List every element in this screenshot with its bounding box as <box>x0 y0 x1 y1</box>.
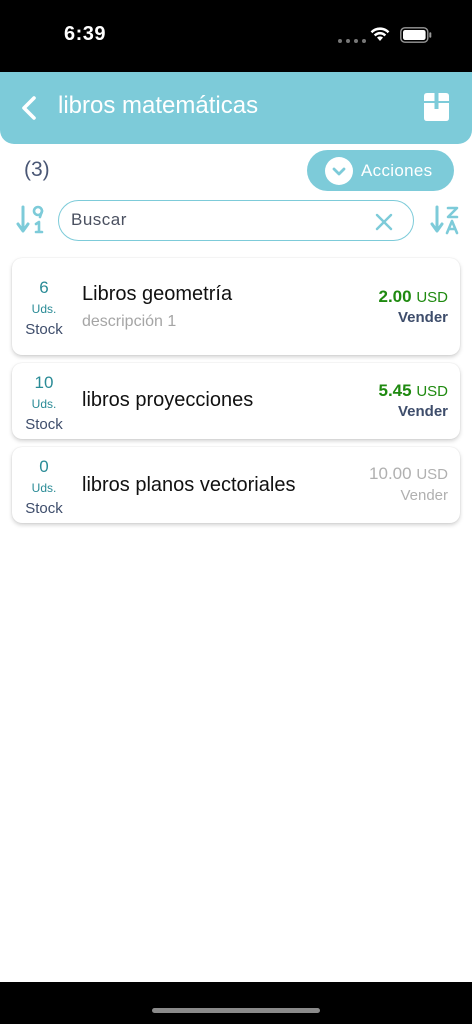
stock-quantity: 6 <box>39 278 49 297</box>
battery-icon <box>400 27 432 43</box>
price-currency: USD <box>416 383 448 400</box>
stock-quantity: 0 <box>39 457 49 476</box>
product-card[interactable]: 10 Uds. Stock libros proyecciones 5.45 U… <box>12 363 460 439</box>
stock-unit: Uds. <box>31 397 57 411</box>
price-currency: USD <box>416 289 448 306</box>
stock-info: 0 Uds. Stock <box>12 457 76 517</box>
price-currency: USD <box>416 466 448 483</box>
stock-label: Stock <box>25 321 63 338</box>
sell-button[interactable]: Vender <box>398 309 448 326</box>
item-count: (3) <box>24 158 50 181</box>
product-card[interactable]: 6 Uds. Stock Libros geometría descripció… <box>12 258 460 355</box>
product-price: 10.00 USD <box>369 464 448 484</box>
home-bar <box>0 982 472 1024</box>
stock-info: 10 Uds. Stock <box>12 373 76 433</box>
sort-numeric-icon[interactable] <box>16 204 46 236</box>
clear-icon[interactable] <box>375 213 393 231</box>
search-field <box>58 200 414 241</box>
stock-quantity: 10 <box>34 373 54 392</box>
stock-label: Stock <box>25 416 63 433</box>
product-name: Libros geometría <box>82 283 233 305</box>
stock-unit: Uds. <box>31 302 57 316</box>
app-header: libros matemáticas <box>0 72 472 144</box>
stock-info: 6 Uds. Stock <box>12 278 76 338</box>
price-amount: 2.00 <box>378 287 412 306</box>
product-card[interactable]: 0 Uds. Stock libros planos vectoriales 1… <box>12 447 460 523</box>
search-input[interactable] <box>71 201 361 239</box>
product-name: libros proyecciones <box>82 389 254 411</box>
box-icon[interactable] <box>420 90 453 123</box>
stock-unit: Uds. <box>31 481 57 495</box>
sort-alpha-icon[interactable] <box>430 204 460 236</box>
sell-button[interactable]: Vender <box>400 487 448 504</box>
chevron-down-icon <box>325 156 353 185</box>
stock-label: Stock <box>25 500 63 517</box>
status-bar: 6:39 <box>0 0 472 72</box>
actions-button-label: Acciones <box>361 160 433 180</box>
price-amount: 5.45 <box>378 381 412 400</box>
price-amount: 10.00 <box>369 464 412 483</box>
actions-button[interactable]: Acciones <box>307 150 454 191</box>
page-title: libros matemáticas <box>58 92 259 119</box>
back-arrow-icon[interactable] <box>18 94 42 122</box>
wifi-icon <box>370 27 390 41</box>
home-indicator[interactable] <box>152 1008 320 1013</box>
product-description: descripción 1 <box>82 313 177 330</box>
status-time: 6:39 <box>64 23 107 45</box>
product-price: 2.00 USD <box>379 287 449 307</box>
cellular-signal-icon <box>338 39 366 43</box>
product-price: 5.45 USD <box>379 381 449 401</box>
product-name: libros planos vectoriales <box>82 474 296 496</box>
sell-button[interactable]: Vender <box>398 403 448 420</box>
